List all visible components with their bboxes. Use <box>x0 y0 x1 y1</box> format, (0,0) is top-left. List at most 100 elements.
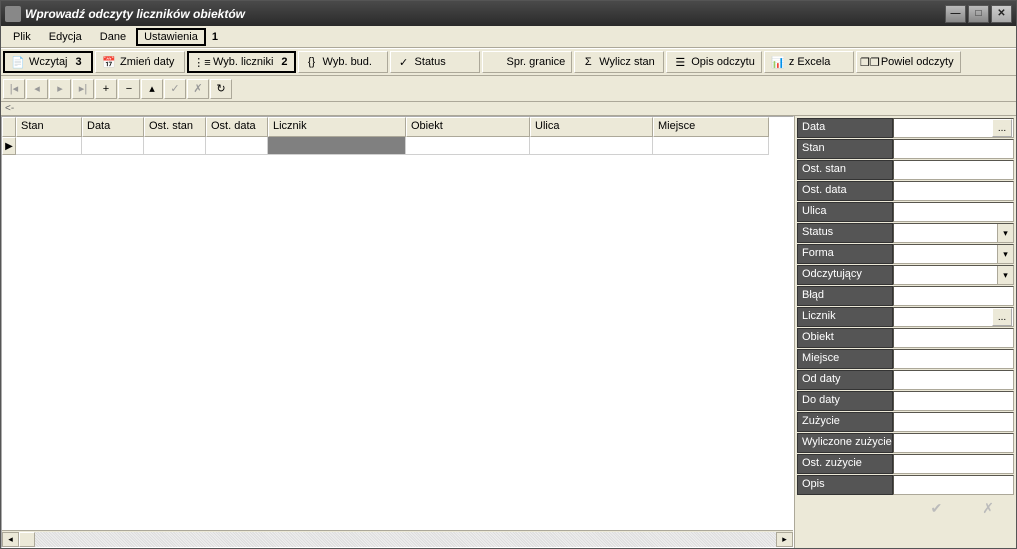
window-title: Wprowadź odczyty liczników obiektów <box>25 7 945 21</box>
cancel-button[interactable]: ✗ <box>982 500 994 520</box>
field-input[interactable] <box>893 328 1014 348</box>
nav-btn-0[interactable]: |◂ <box>3 79 25 99</box>
field-ost-zużycie: Ost. zużycie <box>797 454 1014 474</box>
col-header-licznik[interactable]: Licznik <box>268 117 406 137</box>
wylicz-stan-icon: Σ <box>581 55 595 69</box>
nav-btn-8[interactable]: ✗ <box>187 79 209 99</box>
field-label: Miejsce <box>797 349 893 369</box>
nav-btn-6[interactable]: ▴ <box>141 79 163 99</box>
col-header-ost-stan[interactable]: Ost. stan <box>144 117 206 137</box>
menu-dane[interactable]: Dane <box>92 29 134 45</box>
nav-btn-7[interactable]: ✓ <box>164 79 186 99</box>
field-label: Odczytujący <box>797 265 893 285</box>
field-opis: Opis <box>797 475 1014 495</box>
cell[interactable] <box>653 137 769 155</box>
app-icon <box>5 6 21 22</box>
toolbar-status[interactable]: ✓Status <box>390 51 480 73</box>
field-label: Do daty <box>797 391 893 411</box>
field-obiekt: Obiekt <box>797 328 1014 348</box>
field-błąd: Błąd <box>797 286 1014 306</box>
field-input[interactable] <box>893 265 1014 285</box>
field-input[interactable] <box>893 412 1014 432</box>
cell[interactable] <box>530 137 653 155</box>
col-header-data[interactable]: Data <box>82 117 144 137</box>
toolbar-wylicz-stan[interactable]: ΣWylicz stan <box>574 51 664 73</box>
nav-btn-4[interactable]: + <box>95 79 117 99</box>
field-label: Wyliczone zużycie <box>797 433 893 453</box>
col-header-miejsce[interactable]: Miejsce <box>653 117 769 137</box>
nav-btn-2[interactable]: ▸ <box>49 79 71 99</box>
nav-btn-1[interactable]: ◂ <box>26 79 48 99</box>
scroll-right-button[interactable]: ▸ <box>776 532 793 547</box>
maximize-button[interactable]: □ <box>968 5 989 23</box>
cell[interactable] <box>406 137 530 155</box>
field-input[interactable] <box>893 286 1014 306</box>
wyb-bud--icon: {} <box>305 55 319 69</box>
field-ost-data: Ost. data <box>797 181 1014 201</box>
field-label: Zużycie <box>797 412 893 432</box>
nav-btn-5[interactable]: − <box>118 79 140 99</box>
ok-button[interactable]: ✔ <box>931 500 943 520</box>
minimize-button[interactable]: — <box>945 5 966 23</box>
field-ulica: Ulica <box>797 202 1014 222</box>
close-button[interactable]: ✕ <box>991 5 1012 23</box>
detail-panel: DataStanOst. stanOst. dataUlicaStatusFor… <box>794 116 1016 548</box>
field-input[interactable] <box>893 202 1014 222</box>
cell[interactable] <box>268 137 406 155</box>
grid-header: StanDataOst. stanOst. dataLicznikObiektU… <box>2 117 793 137</box>
col-header-obiekt[interactable]: Obiekt <box>406 117 530 137</box>
toolbar-wyb-bud-[interactable]: {}Wyb. bud. <box>298 51 388 73</box>
scroll-thumb[interactable] <box>19 532 35 547</box>
field-input[interactable] <box>893 454 1014 474</box>
field-label: Ost. stan <box>797 160 893 180</box>
menu-ustawienia[interactable]: Ustawienia <box>136 28 206 46</box>
cell[interactable] <box>206 137 268 155</box>
toolbar-wczytaj[interactable]: 📄Wczytaj3 <box>3 51 93 73</box>
field-input[interactable] <box>893 160 1014 180</box>
annotation-3: 3 <box>76 56 82 68</box>
toolbar-z-excela[interactable]: 📊z Excela <box>764 51 854 73</box>
field-input[interactable] <box>893 391 1014 411</box>
col-header-stan[interactable]: Stan <box>16 117 82 137</box>
zmień-daty-icon: 📅 <box>102 55 116 69</box>
toolbar-spr-granice[interactable]: Spr. granice <box>482 51 573 73</box>
grid-body[interactable]: ▶ <box>2 137 793 530</box>
col-header-ulica[interactable]: Ulica <box>530 117 653 137</box>
toolbar-wyb-liczniki[interactable]: ⋮≡Wyb. liczniki2 <box>187 51 296 73</box>
scroll-left-button[interactable]: ◂ <box>2 532 19 547</box>
field-input[interactable] <box>893 139 1014 159</box>
row-indicator: ▶ <box>2 137 16 155</box>
horizontal-scrollbar[interactable]: ◂ ▸ <box>2 530 793 547</box>
toolbar-label: Wyb. liczniki <box>213 56 273 68</box>
nav-btn-9[interactable]: ↻ <box>210 79 232 99</box>
col-header-ost-data[interactable]: Ost. data <box>206 117 268 137</box>
cell[interactable] <box>16 137 82 155</box>
field-label: Status <box>797 223 893 243</box>
field-input[interactable] <box>893 349 1014 369</box>
nav-btn-3[interactable]: ▸| <box>72 79 94 99</box>
field-label: Ost. zużycie <box>797 454 893 474</box>
menu-edycja[interactable]: Edycja <box>41 29 90 45</box>
field-input[interactable] <box>893 181 1014 201</box>
field-input[interactable] <box>893 433 1014 453</box>
data-grid: StanDataOst. stanOst. dataLicznikObiektU… <box>1 116 794 548</box>
field-input[interactable] <box>893 244 1014 264</box>
field-input[interactable] <box>893 118 1014 138</box>
toolbar-zmień-daty[interactable]: 📅Zmień daty <box>95 51 185 73</box>
field-input[interactable] <box>893 223 1014 243</box>
cell[interactable] <box>82 137 144 155</box>
menu-plik[interactable]: Plik <box>5 29 39 45</box>
scroll-track[interactable] <box>35 532 776 547</box>
toolbar-powiel-odczyty[interactable]: ❐❐Powiel odczyty <box>856 51 961 73</box>
field-odczytujący: Odczytujący <box>797 265 1014 285</box>
field-input[interactable] <box>893 307 1014 327</box>
main-toolbar: 📄Wczytaj3📅Zmień daty⋮≡Wyb. liczniki2{}Wy… <box>1 48 1016 76</box>
toolbar-opis-odczytu[interactable]: ☰Opis odczytu <box>666 51 762 73</box>
field-label: Od daty <box>797 370 893 390</box>
field-input[interactable] <box>893 370 1014 390</box>
table-row[interactable]: ▶ <box>2 137 793 155</box>
cell[interactable] <box>144 137 206 155</box>
field-data: Data <box>797 118 1014 138</box>
field-input[interactable] <box>893 475 1014 495</box>
toolbar-label: Status <box>415 56 446 68</box>
